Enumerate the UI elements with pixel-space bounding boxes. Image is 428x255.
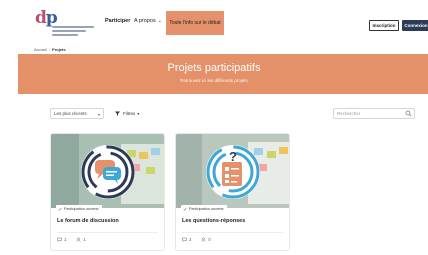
debate-info-button[interactable]: Toute l'info sur le débat bbox=[166, 11, 224, 35]
search-input[interactable]: Rechercher bbox=[333, 108, 415, 119]
project-image-forum bbox=[51, 134, 164, 208]
project-image-qa: ? bbox=[176, 134, 289, 208]
breadcrumb-home[interactable]: Accueil bbox=[34, 47, 47, 52]
breadcrumb-current: Projets bbox=[52, 47, 66, 52]
chevron-down-icon: ▾ bbox=[97, 112, 100, 117]
sort-select[interactable]: Les plus récents ▾ bbox=[50, 108, 104, 119]
checkmark-icon bbox=[58, 207, 62, 211]
site-logo[interactable]: dp bbox=[35, 10, 95, 40]
signup-button[interactable]: Inscription bbox=[369, 20, 399, 31]
page-subtitle: Retrouvez ici les différents projets bbox=[180, 78, 248, 83]
nav-participer[interactable]: Participer bbox=[105, 18, 130, 24]
status-label: Participation ouverte bbox=[189, 206, 224, 211]
participant-count: 1 bbox=[83, 237, 86, 242]
filter-label: Filtres bbox=[123, 111, 136, 116]
login-button[interactable]: Connexion bbox=[402, 20, 428, 31]
checkmark-icon bbox=[183, 207, 187, 211]
card-divider bbox=[57, 232, 158, 233]
project-card[interactable]: ? Participation ouverte Les questions-ré… bbox=[175, 133, 290, 251]
user-icon bbox=[76, 237, 81, 242]
logo-letter-p: p bbox=[45, 8, 58, 28]
svg-text:?: ? bbox=[229, 149, 237, 164]
chevron-down-icon: ▾ bbox=[137, 111, 140, 116]
participant-count: 0 bbox=[208, 237, 211, 242]
comment-icon bbox=[182, 237, 187, 242]
project-card[interactable]: Participation ouverte Le forum de discus… bbox=[50, 133, 165, 251]
chevron-down-icon: ⌄ bbox=[157, 18, 162, 24]
breadcrumb: Accueil / Projets bbox=[34, 47, 66, 52]
card-title[interactable]: Les questions-réponses bbox=[182, 218, 245, 224]
comment-icon bbox=[57, 237, 62, 242]
comment-count: 1 bbox=[64, 237, 67, 242]
card-title[interactable]: Le forum de discussion bbox=[57, 218, 119, 224]
page-title: Projets participatifs bbox=[167, 62, 261, 74]
comment-count: 3 bbox=[189, 237, 192, 242]
card-meta: 3 0 bbox=[182, 237, 211, 242]
status-badge: Participation ouverte bbox=[56, 205, 102, 212]
nav-apropos[interactable]: A propos ⌄ bbox=[134, 18, 162, 24]
breadcrumb-separator: / bbox=[48, 47, 51, 52]
search-icon[interactable] bbox=[405, 110, 412, 117]
nav-apropos-label: A propos bbox=[134, 18, 156, 24]
status-label: Participation ouverte bbox=[64, 206, 99, 211]
logo-letter-d: d bbox=[35, 8, 47, 28]
user-icon bbox=[201, 237, 206, 242]
sort-select-value: Les plus récents bbox=[54, 111, 87, 116]
status-badge: Participation ouverte bbox=[181, 205, 227, 212]
page-banner bbox=[18, 54, 428, 94]
filter-button[interactable]: Filtres ▾ bbox=[112, 108, 146, 119]
logo-tagline bbox=[52, 26, 94, 38]
site-header: dp Participer A propos ⌄ Toute l'info sur… bbox=[0, 0, 428, 44]
card-meta: 1 1 bbox=[57, 237, 86, 242]
card-divider bbox=[182, 232, 283, 233]
filter-icon bbox=[115, 111, 120, 116]
logo-mark: dp bbox=[35, 8, 58, 28]
